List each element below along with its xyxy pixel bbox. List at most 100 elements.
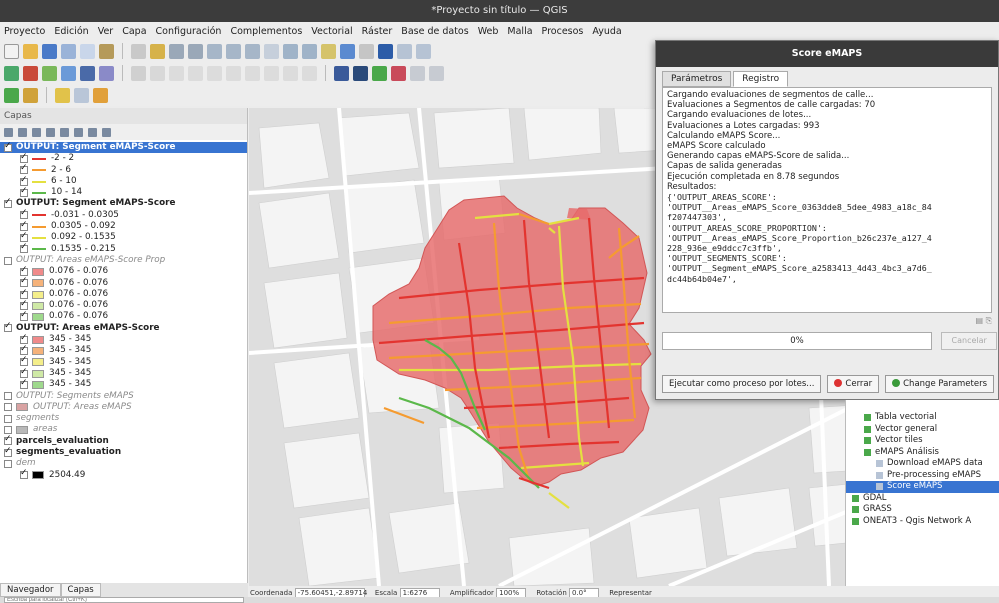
new-print-layout-icon[interactable] [61, 43, 76, 59]
layer-tree-item[interactable]: segments [0, 413, 247, 424]
zoom-selection-icon[interactable] [226, 43, 241, 59]
tab-navegador[interactable]: Navegador [0, 583, 61, 597]
layer-tree-item[interactable]: dem [0, 458, 247, 469]
temporal-controller-icon[interactable] [340, 43, 355, 59]
filter-legend-icon[interactable] [46, 127, 55, 137]
pan-map-icon[interactable] [131, 43, 146, 59]
layer-checkbox[interactable] [4, 434, 12, 446]
remove-layer-icon[interactable] [102, 127, 111, 137]
add-wms-icon[interactable] [99, 65, 114, 81]
menu-malla[interactable]: Malla [507, 26, 532, 37]
layer-group[interactable]: OUTPUT: Segment eMAPS-Score [0, 197, 247, 209]
menu-complementos[interactable]: Complementos [230, 26, 302, 37]
collapse-all-icon[interactable] [88, 127, 97, 137]
menu-proyecto[interactable]: Proyecto [4, 26, 45, 37]
close-button[interactable]: Cerrar [827, 375, 880, 393]
layer-tree-item[interactable]: OUTPUT: Segments eMAPS [0, 391, 247, 402]
processing-item[interactable]: Vector general [846, 424, 999, 436]
new-map-view-icon[interactable] [321, 43, 336, 59]
layer-checkbox[interactable] [20, 378, 28, 389]
layer-checkbox[interactable] [20, 265, 28, 276]
layer-checkbox[interactable] [4, 256, 12, 265]
add-delimited-text-icon[interactable] [42, 65, 57, 81]
menu-edicion[interactable]: Edición [54, 26, 88, 37]
processing-item[interactable]: Vector tiles [846, 435, 999, 447]
processing-item[interactable]: eMAPS Análisis [846, 447, 999, 459]
redo-icon[interactable] [302, 65, 317, 81]
refresh-icon[interactable] [359, 43, 374, 59]
cut-features-icon[interactable] [226, 65, 241, 81]
menu-base-de-datos[interactable]: Base de datos [401, 26, 468, 37]
layer-tree-item[interactable]: 345 - 345 [0, 344, 247, 356]
layer-tree-item[interactable]: 0.076 - 0.076 [0, 299, 247, 311]
layer-checkbox[interactable] [20, 231, 28, 242]
menu-raster[interactable]: Ráster [362, 26, 393, 37]
layout-manager-icon[interactable] [80, 43, 95, 59]
layer-tree-item[interactable]: -0.031 - 0.0305 [0, 208, 247, 221]
filter-expression-icon[interactable] [60, 127, 69, 137]
layer-checkbox[interactable] [20, 299, 28, 310]
layer-checkbox[interactable] [20, 288, 28, 299]
select-features-icon[interactable] [55, 87, 70, 103]
layer-tree-item[interactable]: 0.0305 - 0.092 [0, 220, 247, 232]
layer-tree-item[interactable]: 345 - 345 [0, 367, 247, 379]
zoom-out-icon[interactable] [188, 43, 203, 59]
label-move-icon[interactable] [391, 65, 406, 81]
digitize-icon[interactable] [169, 65, 184, 81]
save-project-icon[interactable] [42, 43, 57, 59]
layer-tree-item[interactable]: 0.076 - 0.076 [0, 310, 247, 322]
layer-checkbox[interactable] [20, 242, 28, 254]
toggle-editing-icon[interactable] [131, 65, 146, 81]
menu-procesos[interactable]: Procesos [542, 26, 584, 37]
processing-item[interactable]: GDAL [846, 493, 999, 505]
menu-ayuda[interactable]: Ayuda [592, 26, 621, 37]
processing-item[interactable]: Tabla vectorial [846, 412, 999, 424]
tab-registro[interactable]: Registro [733, 71, 789, 87]
label-rotate-icon[interactable] [410, 65, 425, 81]
layer-checkbox[interactable] [20, 220, 28, 231]
copy-features-icon[interactable] [245, 65, 260, 81]
menu-configuracion[interactable]: Configuración [156, 26, 222, 37]
layer-tree-item[interactable]: 0.076 - 0.076 [0, 288, 247, 300]
tab-parametros[interactable]: Parámetros [662, 71, 732, 87]
zoom-next-icon[interactable] [302, 43, 317, 59]
layer-checkbox[interactable] [20, 152, 28, 163]
add-spatialite-icon[interactable] [61, 65, 76, 81]
label-pin-icon[interactable] [353, 65, 368, 81]
layer-tree-item[interactable]: 6 - 10 [0, 175, 247, 187]
undo-icon[interactable] [283, 65, 298, 81]
layer-tree-item[interactable]: 0.076 - 0.076 [0, 265, 247, 277]
layer-group[interactable]: segments_evaluation [0, 446, 247, 458]
paste-features-icon[interactable] [264, 65, 279, 81]
layer-checkbox[interactable] [4, 403, 12, 412]
layer-checkbox[interactable] [20, 367, 28, 378]
layer-tree-item[interactable]: 2504.49 [0, 468, 247, 481]
cancel-button[interactable]: Cancelar [941, 332, 998, 350]
add-group-icon[interactable] [18, 127, 27, 137]
layer-checkbox[interactable] [4, 459, 12, 468]
zoom-native-icon[interactable] [264, 43, 279, 59]
layer-checkbox[interactable] [20, 468, 28, 480]
open-layer-styling-icon[interactable] [4, 127, 13, 137]
layer-tree-item[interactable]: areas [0, 424, 247, 435]
layer-tree-item[interactable]: 345 - 345 [0, 378, 247, 390]
label-change-icon[interactable] [429, 65, 444, 81]
locator-input[interactable] [4, 597, 244, 603]
python-console-icon[interactable] [4, 87, 19, 103]
layer-tree-item[interactable]: -2 - 2 [0, 152, 247, 164]
deselect-icon[interactable] [93, 87, 108, 103]
processing-toolbox-icon[interactable] [23, 87, 38, 103]
zoom-full-icon[interactable] [207, 43, 222, 59]
add-vector-layer-icon[interactable] [4, 65, 19, 81]
processing-item[interactable]: GRASS [846, 504, 999, 516]
layer-group[interactable]: OUTPUT: Areas eMAPS-Score [0, 321, 247, 334]
log-output[interactable]: Cargando evaluaciones de segmentos de ca… [662, 87, 992, 313]
label-tool-icon[interactable] [334, 65, 349, 81]
layer-checkbox[interactable] [20, 310, 28, 321]
processing-item[interactable]: Download eMAPS data [846, 458, 999, 470]
add-raster-layer-icon[interactable] [23, 65, 38, 81]
layer-tree-item[interactable]: 2 - 6 [0, 163, 247, 176]
save-log-icon[interactable]: ▤ [975, 316, 983, 325]
open-project-icon[interactable] [23, 43, 38, 59]
add-postgis-icon[interactable] [80, 65, 95, 81]
